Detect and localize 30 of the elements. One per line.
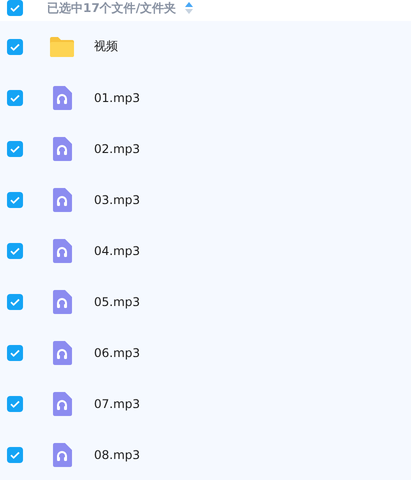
folder-icon	[49, 36, 75, 58]
audio-file-icon	[52, 340, 72, 364]
file-name: 05.mp3	[94, 294, 140, 308]
file-name: 01.mp3	[94, 90, 140, 104]
audio-file-icon	[52, 392, 72, 416]
file-name: 07.mp3	[94, 396, 140, 410]
selection-count: 已选中17个文件/文件夹	[47, 0, 176, 16]
file-name: 06.mp3	[94, 346, 140, 360]
checkbox[interactable]	[7, 192, 23, 208]
checkbox[interactable]	[7, 90, 23, 106]
file-name: 视频	[94, 38, 118, 55]
checkbox[interactable]	[7, 396, 23, 412]
checkbox[interactable]	[7, 344, 23, 360]
audio-file-icon	[52, 238, 72, 262]
checkbox[interactable]	[7, 446, 23, 462]
file-name: 02.mp3	[94, 142, 140, 156]
audio-file-icon	[52, 442, 72, 466]
checkbox[interactable]	[7, 38, 23, 54]
checkbox[interactable]	[7, 242, 23, 258]
select-all-checkbox[interactable]	[7, 0, 23, 16]
checkbox[interactable]	[7, 294, 23, 310]
audio-file-icon	[52, 290, 72, 314]
file-name: 04.mp3	[94, 244, 140, 258]
sort-icon[interactable]	[185, 2, 194, 14]
checkbox[interactable]	[7, 140, 23, 156]
file-name: 08.mp3	[94, 448, 140, 462]
audio-file-icon	[52, 188, 72, 212]
file-name: 03.mp3	[94, 192, 140, 206]
audio-file-icon	[52, 136, 72, 160]
audio-file-icon	[52, 86, 72, 110]
